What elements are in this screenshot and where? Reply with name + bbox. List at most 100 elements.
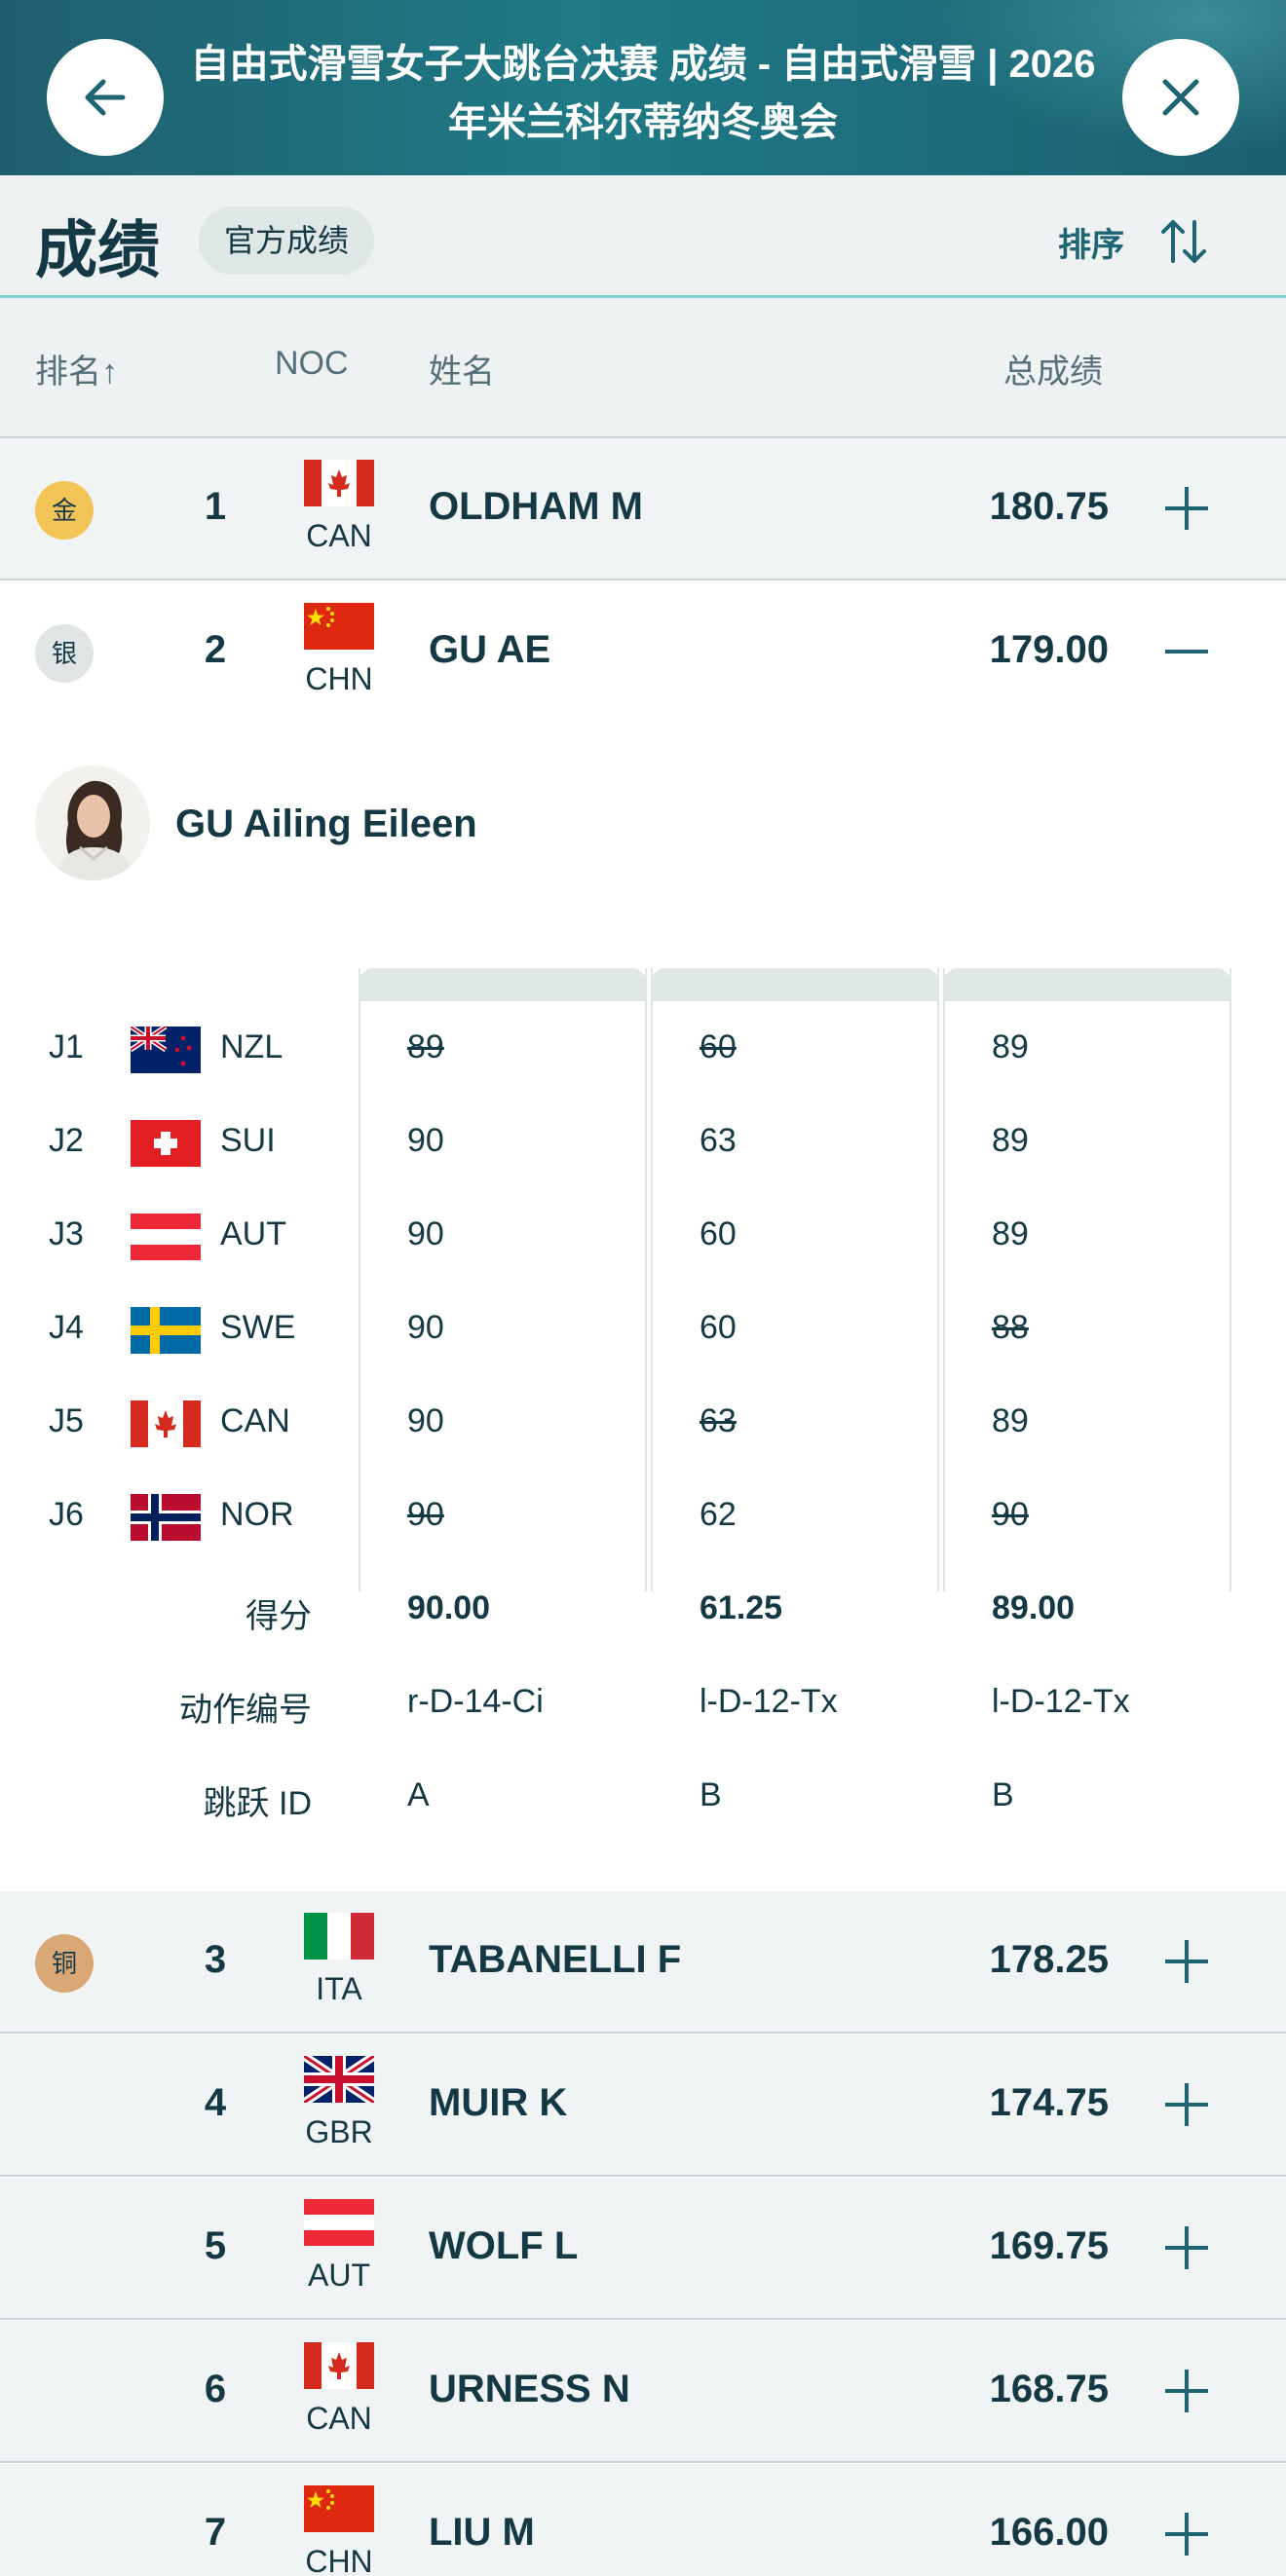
judge-score: 90 bbox=[407, 1215, 444, 1252]
athlete-name: MUIR K bbox=[429, 2081, 568, 2124]
athlete-full-name: GU Ailing Eileen bbox=[175, 803, 477, 845]
judge-score: 89 bbox=[992, 1402, 1029, 1439]
judge-code: J6 bbox=[49, 1496, 84, 1533]
back-button[interactable] bbox=[47, 39, 164, 156]
judge-code: J3 bbox=[49, 1215, 84, 1252]
noc-code: CHN bbox=[305, 2544, 373, 2576]
noc-code: ITA bbox=[316, 1971, 362, 2006]
canada-flag-icon bbox=[131, 1400, 201, 1447]
rank: 6 bbox=[204, 2368, 227, 2410]
table-row[interactable]: 银 2 CHN GU AE 179.00 bbox=[0, 581, 1286, 724]
noc-code: CAN bbox=[306, 2401, 372, 2436]
score-label: 得分 bbox=[246, 1598, 312, 1635]
expand-plus-icon[interactable] bbox=[1165, 2083, 1208, 2126]
rank: 7 bbox=[204, 2511, 227, 2554]
sort-arrows-icon[interactable] bbox=[1159, 214, 1208, 269]
jump-id: B bbox=[992, 1776, 1014, 1813]
rank: 2 bbox=[204, 628, 227, 671]
close-button[interactable] bbox=[1122, 39, 1239, 156]
judge-score: 89 bbox=[992, 1215, 1029, 1252]
expand-plus-icon[interactable] bbox=[1165, 2513, 1208, 2556]
judge-score: 62 bbox=[700, 1496, 737, 1533]
judge-score: 90 bbox=[407, 1122, 444, 1159]
austria-flag-icon bbox=[131, 1213, 201, 1260]
arrow-left-icon bbox=[85, 79, 126, 116]
judge-code: J1 bbox=[49, 1028, 84, 1065]
table-row[interactable]: 7 CHN LIU M 166.00 bbox=[0, 2464, 1286, 2576]
noc-code: GBR bbox=[305, 2114, 373, 2149]
run-1-column bbox=[359, 968, 647, 1591]
norway-flag-icon bbox=[131, 1494, 201, 1541]
rank: 5 bbox=[204, 2224, 227, 2267]
canada-flag-icon bbox=[304, 2342, 374, 2389]
table-row[interactable]: 金 1 CAN OLDHAM M 180.75 bbox=[0, 438, 1286, 580]
jump-id: B bbox=[700, 1776, 722, 1813]
trick-code: r-D-14-Ci bbox=[407, 1683, 544, 1720]
united-kingdom-flag-icon bbox=[304, 2056, 374, 2103]
judge-score: 60 bbox=[700, 1028, 737, 1065]
rank: 4 bbox=[204, 2081, 227, 2124]
column-rank[interactable]: 排名↑ bbox=[35, 345, 118, 392]
run-score: 61.25 bbox=[700, 1589, 783, 1626]
judge-noc: NOR bbox=[220, 1496, 294, 1533]
page-header-title: 自由式滑雪女子大跳台决赛 成绩 - 自由式滑雪 | 2026年米兰科尔蒂纳冬奥会 bbox=[190, 43, 1096, 144]
judge-score: 90 bbox=[992, 1496, 1029, 1533]
gold-medal-badge: 金 bbox=[35, 481, 94, 540]
china-flag-icon bbox=[304, 603, 374, 650]
expand-plus-icon[interactable] bbox=[1165, 2370, 1208, 2412]
judge-code: J4 bbox=[49, 1309, 84, 1346]
judge-score: 60 bbox=[700, 1215, 737, 1252]
judge-score: 60 bbox=[700, 1309, 737, 1346]
bronze-medal-badge: 铜 bbox=[35, 1934, 94, 1993]
expand-plus-icon[interactable] bbox=[1165, 1940, 1208, 1983]
total-score: 169.75 bbox=[989, 2224, 1109, 2267]
athlete-detail-panel: GU Ailing Eileen J1 NZL 89 60 89 J2 SUI … bbox=[0, 723, 1286, 1891]
total-score: 168.75 bbox=[989, 2368, 1109, 2410]
table-row[interactable]: 4 GBR MUIR K 174.75 bbox=[0, 2035, 1286, 2177]
results-bar: 成绩 官方成绩 排序 bbox=[0, 175, 1286, 298]
rank: 3 bbox=[204, 1938, 227, 1981]
china-flag-icon bbox=[304, 2485, 374, 2532]
athlete-name: TABANELLI F bbox=[429, 1938, 682, 1981]
trick-code: l-D-12-Tx bbox=[700, 1683, 838, 1720]
jump-id-label: 跳跃 ID bbox=[203, 1785, 312, 1822]
run-score: 89.00 bbox=[992, 1589, 1076, 1626]
noc-code: CHN bbox=[305, 661, 373, 696]
judge-score: 88 bbox=[992, 1309, 1029, 1346]
expand-plus-icon[interactable] bbox=[1165, 2226, 1208, 2269]
jump-id: A bbox=[407, 1776, 430, 1813]
close-icon bbox=[1162, 79, 1199, 116]
noc-code: CAN bbox=[306, 518, 372, 553]
judge-noc: SWE bbox=[220, 1309, 296, 1346]
athlete-name: LIU M bbox=[429, 2511, 535, 2554]
total-score: 178.25 bbox=[989, 1938, 1109, 1981]
table-row[interactable]: 5 AUT WOLF L 169.75 bbox=[0, 2178, 1286, 2320]
column-total: 总成绩 bbox=[1003, 354, 1103, 391]
judge-noc: CAN bbox=[220, 1402, 290, 1439]
run-3-column bbox=[943, 968, 1231, 1591]
table-row[interactable]: 6 CAN URNESS N 168.75 bbox=[0, 2321, 1286, 2463]
table-header: 排名↑ NOC 姓名 总成绩 bbox=[0, 298, 1286, 438]
sort-button-label[interactable]: 排序 bbox=[1058, 218, 1124, 266]
judge-noc: AUT bbox=[220, 1215, 286, 1252]
expand-plus-icon[interactable] bbox=[1165, 487, 1208, 530]
total-score: 179.00 bbox=[989, 628, 1109, 671]
total-score: 166.00 bbox=[989, 2511, 1109, 2554]
judge-score: 89 bbox=[407, 1028, 444, 1065]
column-noc: NOC bbox=[275, 345, 349, 382]
noc-code: AUT bbox=[308, 2258, 370, 2293]
trick-code-label: 动作编号 bbox=[179, 1692, 312, 1729]
rank: 1 bbox=[204, 485, 227, 528]
trick-code: l-D-12-Tx bbox=[992, 1683, 1130, 1720]
judge-noc: NZL bbox=[220, 1028, 284, 1065]
table-row[interactable]: 铜 3 ITA TABANELLI F 178.25 bbox=[0, 1891, 1286, 2034]
run-score: 90.00 bbox=[407, 1589, 491, 1626]
total-score: 180.75 bbox=[989, 485, 1109, 528]
collapse-minus-icon[interactable] bbox=[1165, 630, 1208, 673]
switzerland-flag-icon bbox=[131, 1120, 201, 1167]
athlete-avatar bbox=[35, 765, 150, 880]
page-title: 成绩 bbox=[35, 215, 160, 285]
official-results-chip[interactable]: 官方成绩 bbox=[199, 206, 375, 275]
judge-score: 90 bbox=[407, 1496, 444, 1533]
athlete-name: OLDHAM M bbox=[429, 485, 643, 528]
